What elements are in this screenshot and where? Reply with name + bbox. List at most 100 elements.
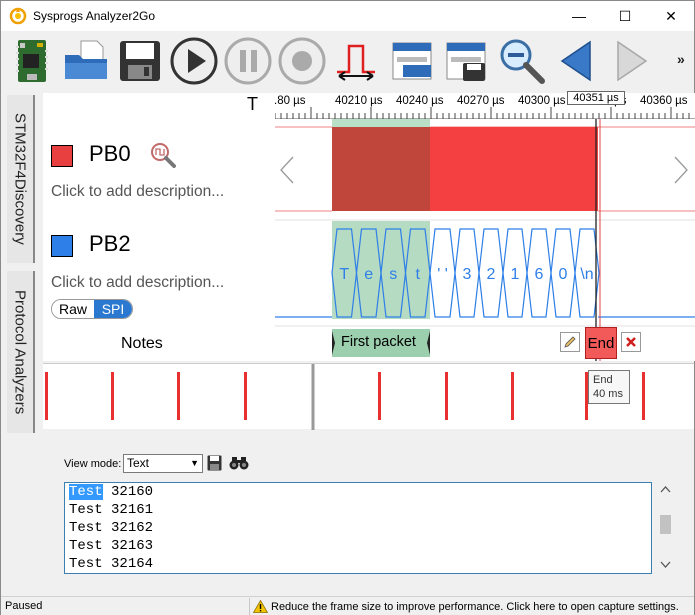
tab-board[interactable]: STM32F4Discovery (7, 95, 35, 263)
spi-byte-label: 6 (535, 266, 544, 283)
raw-mode-button[interactable]: Raw (52, 300, 94, 318)
spi-byte-label: 2 (487, 266, 496, 283)
note-tooltip: End 40 ms (588, 370, 630, 404)
board-icon (16, 40, 48, 82)
spi-byte-label: t (416, 266, 421, 283)
pause-button[interactable] (223, 35, 273, 87)
channel-color-swatch[interactable] (51, 145, 73, 167)
zoom-out-icon (500, 39, 545, 84)
channel-name[interactable]: PB2 (89, 231, 131, 257)
overview-marker (511, 372, 514, 420)
time-ruler[interactable]: .80 µs 40210 µs 40240 µs 40270 µs 40300 µs 40… (274, 91, 695, 119)
layout-icon (392, 42, 432, 80)
scroll-down-icon (660, 561, 671, 568)
channel-panel (43, 93, 275, 361)
binoculars-icon[interactable] (229, 456, 249, 470)
channel-color-swatch[interactable] (51, 235, 73, 257)
zoom-out-button[interactable] (497, 35, 547, 87)
window-title: Sysprogs Analyzer2Go (33, 9, 156, 23)
save-layout-icon (446, 42, 486, 81)
overview-marker (244, 372, 247, 420)
pencil-icon (564, 336, 576, 348)
save-button[interactable] (115, 35, 165, 87)
overview-marker (378, 372, 381, 420)
text-line: Test 32160 (69, 484, 154, 500)
scroll-left-button[interactable] (551, 35, 601, 87)
open-folder-icon (65, 40, 107, 79)
ruler-tick-label: 40240 µs (396, 95, 444, 107)
stop-button[interactable] (277, 35, 327, 87)
text-line: Test 32162 (69, 520, 154, 536)
view-mode-select[interactable]: Text ▼ (123, 454, 203, 473)
spi-byte-label: ' ' (437, 266, 448, 283)
status-bar: Paused Reduce the frame size to improve … (1, 596, 694, 615)
performance-warning-text: Reduce the frame size to improve perform… (271, 600, 679, 613)
maximize-button[interactable]: ☐ (602, 1, 648, 31)
pb0-high-pulse (430, 127, 598, 211)
performance-warning-link[interactable]: Reduce the frame size to improve perform… (253, 600, 679, 613)
spi-byte-label: \n (580, 266, 593, 283)
scroll-up-icon (660, 486, 671, 493)
play-button[interactable] (169, 35, 219, 87)
overview-marker (45, 372, 48, 420)
spi-mode-button[interactable]: SPI (94, 300, 132, 318)
close-window-button[interactable]: ✕ (648, 1, 694, 31)
ruler-tick-label: 40270 µs (457, 95, 505, 107)
waveform-area[interactable]: Te s t ' ' 3 2 1 6 0 \n First packet End (275, 119, 695, 361)
maximize-icon: ☐ (618, 7, 632, 24)
channel-description[interactable]: Click to add description... (51, 183, 224, 201)
tab-protocol-analyzers[interactable]: Protocol Analyzers (7, 271, 35, 433)
pulse-measure-icon (337, 44, 375, 81)
pb0-high-highlighted (332, 127, 430, 211)
arrow-left-icon (560, 40, 591, 82)
window-layout-button[interactable] (387, 35, 437, 87)
channel-name[interactable]: PB0 (89, 141, 131, 167)
time-axis-label: T (247, 94, 258, 114)
edit-note-button[interactable] (560, 332, 580, 352)
spi-byte-label: s (389, 266, 397, 283)
chevron-down-icon: ▼ (190, 458, 199, 468)
text-view-scrollbar[interactable] (657, 482, 674, 574)
board-button[interactable] (7, 35, 57, 87)
overview-marker (111, 372, 114, 420)
scroll-thumb (660, 515, 671, 534)
spi-byte-label: e (364, 266, 373, 283)
capture-status: Paused (5, 600, 43, 612)
channel-zoom-icon[interactable] (149, 141, 177, 169)
spi-byte-label: 1 (511, 266, 520, 283)
minimize-button[interactable]: — (556, 1, 602, 31)
warning-icon (253, 600, 268, 613)
cursor-time-label: 40351 µs (567, 91, 625, 105)
tooltip-time: 40 ms (593, 388, 623, 400)
ruler-tick-label: 40210 µs (335, 95, 383, 107)
ruler-tick-label: .80 µs (274, 95, 306, 107)
end-note-marker[interactable]: End (585, 327, 617, 359)
save-layout-button[interactable] (441, 35, 491, 87)
first-packet-note[interactable]: First packet (341, 334, 416, 350)
app-logo-icon (9, 7, 27, 25)
open-button[interactable] (61, 35, 111, 87)
save-disk-icon (120, 41, 160, 81)
pulse-width-button[interactable] (331, 35, 381, 87)
text-line: Test 32163 (69, 538, 154, 554)
spi-byte-label: T (339, 266, 349, 283)
side-tabs: STM32F4Discovery Protocol Analyzers (1, 93, 41, 593)
save-text-icon[interactable] (207, 455, 222, 471)
minimize-icon: — (572, 8, 586, 24)
delete-note-button[interactable] (621, 332, 641, 352)
scroll-right-button[interactable] (607, 35, 657, 87)
delete-x-icon (626, 337, 636, 347)
decoded-text-view[interactable]: Test 32160 Test 32161 Test 32162 Test 32163… (64, 482, 652, 574)
decoder-mode-toggle: Raw SPI (51, 299, 133, 319)
channel-description[interactable]: Click to add description... (51, 274, 224, 292)
notes-label: Notes (121, 335, 163, 352)
text-line: Test 32164 (69, 556, 154, 572)
view-mode-value: Text (127, 456, 150, 470)
app-window: Sysprogs Analyzer2Go — ☐ ✕ » STM32F4Disc… (0, 0, 695, 615)
arrow-right-icon (617, 40, 648, 82)
toolbar-overflow-button[interactable]: » (677, 51, 685, 67)
tab-protocol-analyzers-label: Protocol Analyzers (11, 289, 29, 415)
ruler-tick-label: 40300 µs (518, 95, 566, 107)
close-icon: ✕ (665, 7, 677, 24)
play-icon (170, 37, 218, 85)
